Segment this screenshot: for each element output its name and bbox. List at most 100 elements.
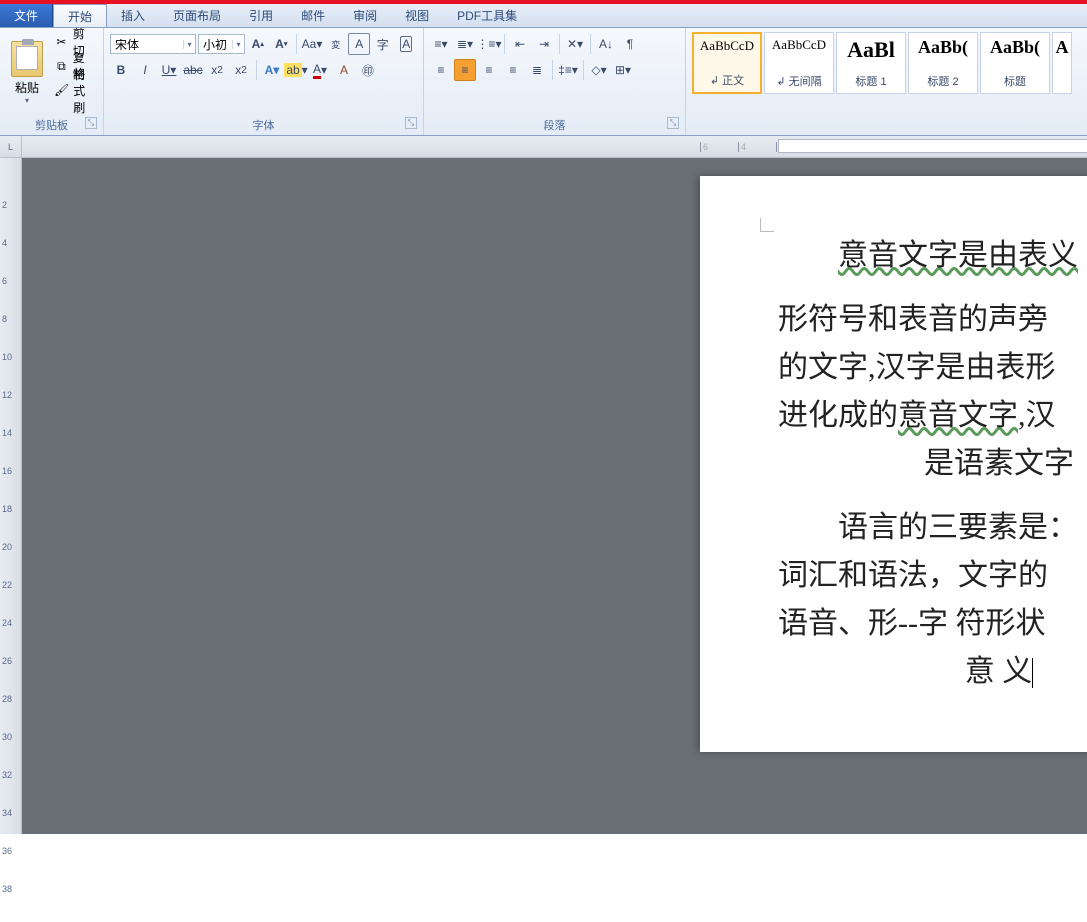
font-label-text: 字体 [253,120,275,132]
style-item-0[interactable]: AaBbCcD↲ 正文 [692,32,762,94]
doc-line[interactable]: 词汇和语法，文字的 [778,552,1087,600]
separator [559,34,560,54]
paste-dropdown-icon[interactable]: ▾ [25,96,29,105]
grow-font-button[interactable]: A▴ [247,33,269,55]
format-painter-label: 格式刷 [73,65,95,116]
separator [256,60,257,80]
clipboard-launcher[interactable]: ⤡ [85,117,97,129]
doc-paragraph-2[interactable]: 语言的三要素是： [778,504,1087,552]
tab-page-layout[interactable]: 页面布局 [159,4,235,27]
chevron-down-icon: ▾ [232,40,242,49]
tab-review[interactable]: 审阅 [339,4,391,27]
style-sample: AaBbCcD [772,37,826,53]
tab-home[interactable]: 开始 [53,4,107,27]
char-shading-button[interactable]: 字 [372,33,394,55]
decrease-indent-button[interactable]: ⇤ [509,33,531,55]
line-spacing-button[interactable]: ‡≡▾ [557,59,579,81]
font-color-button[interactable]: A▾ [309,59,331,81]
doc-line[interactable]: 语音、形--字 符形状 [778,600,1087,648]
sort-button[interactable]: A↓ [595,33,617,55]
document-area[interactable]: 642246810121416182022242628 意音文字是由表义 形符号… [22,136,1087,834]
style-item-partial[interactable]: A [1052,32,1072,94]
tab-mail[interactable]: 邮件 [287,4,339,27]
style-gallery: AaBbCcD↲ 正文AaBbCcD↲ 无间隔AaBl标题 1AaBb(标题 2… [690,30,1074,135]
char-border-button[interactable]: A [348,33,370,55]
font-group-label: 字体 ⤡ [108,115,419,135]
format-painter-button[interactable]: 🖌 格式刷 [50,78,99,102]
bold-button[interactable]: B [110,59,132,81]
show-marks-button[interactable]: ¶ [619,33,641,55]
increase-indent-button[interactable]: ⇥ [533,33,555,55]
bullets-button[interactable]: ≡▾ [430,33,452,55]
enclose-char-button[interactable]: A [395,33,417,55]
font-name-combo[interactable]: 宋体 ▾ [110,34,196,54]
paste-button[interactable]: 粘贴 ▾ [4,30,50,115]
scissors-icon: ✂ [54,34,69,50]
tab-insert[interactable]: 插入 [107,4,159,27]
doc-line-center[interactable]: 是语素文字 [778,440,1087,488]
style-name: ↲ 正文 [710,72,744,88]
align-center-button[interactable]: ≡ [454,59,476,81]
clear-format-button[interactable]: A [333,59,355,81]
font-size-combo[interactable]: 小初 ▾ [198,34,245,54]
style-sample: AaBb( [990,37,1040,58]
doc-line[interactable]: 的文字,汉字是由表形 [778,344,1087,392]
vruler-marks: 2468101214161820222426283032343638 [2,162,12,922]
text-direction-button[interactable]: ✕▾ [564,33,586,55]
borders-button[interactable]: ⊞▾ [612,59,634,81]
horizontal-ruler[interactable]: 642246810121416182022242628 [22,136,1087,158]
style-item-1[interactable]: AaBbCcD↲ 无间隔 [764,32,834,94]
style-sample: AaBl [847,37,895,63]
style-name: 标题 2 [927,73,958,89]
doc-line-center[interactable]: 意 义 [778,648,1087,696]
tab-file[interactable]: 文件 [0,4,53,27]
circle-char-button[interactable]: ㊞ [357,59,379,81]
tab-references[interactable]: 引用 [235,4,287,27]
change-case-button[interactable]: Aa▾ [301,33,323,55]
underline-button[interactable]: U▾ [158,59,180,81]
tab-view[interactable]: 视图 [391,4,443,27]
separator [583,60,584,80]
highlight-button[interactable]: ab▾ [285,59,307,81]
font-launcher[interactable]: ⤡ [405,117,417,129]
subscript-button[interactable]: x2 [206,59,228,81]
doc-text: 词汇和语法，文字的 [778,559,1048,592]
document-page[interactable]: 意音文字是由表义 形符号和表音的声旁 的文字,汉字是由表形 进化成的意音文字,汉… [700,176,1087,752]
superscript-button[interactable]: x2 [230,59,252,81]
chevron-down-icon: ▾ [183,40,193,49]
italic-button[interactable]: I [134,59,156,81]
paragraph-launcher[interactable]: ⤡ [667,117,679,129]
align-left-button[interactable]: ≡ [430,59,452,81]
separator [590,34,591,54]
style-name: 标题 [1004,73,1026,89]
ruler-corner[interactable]: L [0,136,21,158]
phonetic-guide-button[interactable]: 変 [325,33,347,55]
distribute-button[interactable]: ≣ [526,59,548,81]
doc-line[interactable]: 形符号和表音的声旁 [778,296,1087,344]
align-right-button[interactable]: ≡ [478,59,500,81]
ribbon-tabs: 文件 开始 插入 页面布局 引用 邮件 审阅 视图 PDF工具集 [0,4,1087,28]
vertical-ruler[interactable]: L 2468101214161820222426283032343638 [0,136,22,834]
justify-button[interactable]: ≡ [502,59,524,81]
style-item-3[interactable]: AaBb(标题 2 [908,32,978,94]
doc-line[interactable]: 进化成的意音文字,汉 [778,392,1087,440]
group-clipboard: 粘贴 ▾ ✂ 剪切 ⧉ 复制 🖌 格式刷 剪贴板 ⤡ [0,28,104,135]
style-item-4[interactable]: AaBb( 标题 [980,32,1050,94]
doc-paragraph-1[interactable]: 意音文字是由表义 [778,232,1087,280]
text-cursor [1032,658,1033,688]
text-effects-button[interactable]: A▾ [261,59,283,81]
numbering-button[interactable]: ≣▾ [454,33,476,55]
shading-button[interactable]: ◇▾ [588,59,610,81]
strikethrough-button[interactable]: abc [182,59,204,81]
separator [504,34,505,54]
style-item-2[interactable]: AaBl标题 1 [836,32,906,94]
separator [552,60,553,80]
doc-text: 意音文字是由表义 [838,239,1078,272]
doc-text: 形符号和表音的声旁 [778,303,1048,336]
font-size-value: 小初 [203,36,232,53]
workspace: L 2468101214161820222426283032343638 642… [0,136,1087,834]
clipboard-label-text: 剪贴板 [35,120,68,132]
tab-pdf-tools[interactable]: PDF工具集 [443,4,531,27]
shrink-font-button[interactable]: A▾ [271,33,293,55]
multilevel-button[interactable]: ⋮≡▾ [478,33,500,55]
